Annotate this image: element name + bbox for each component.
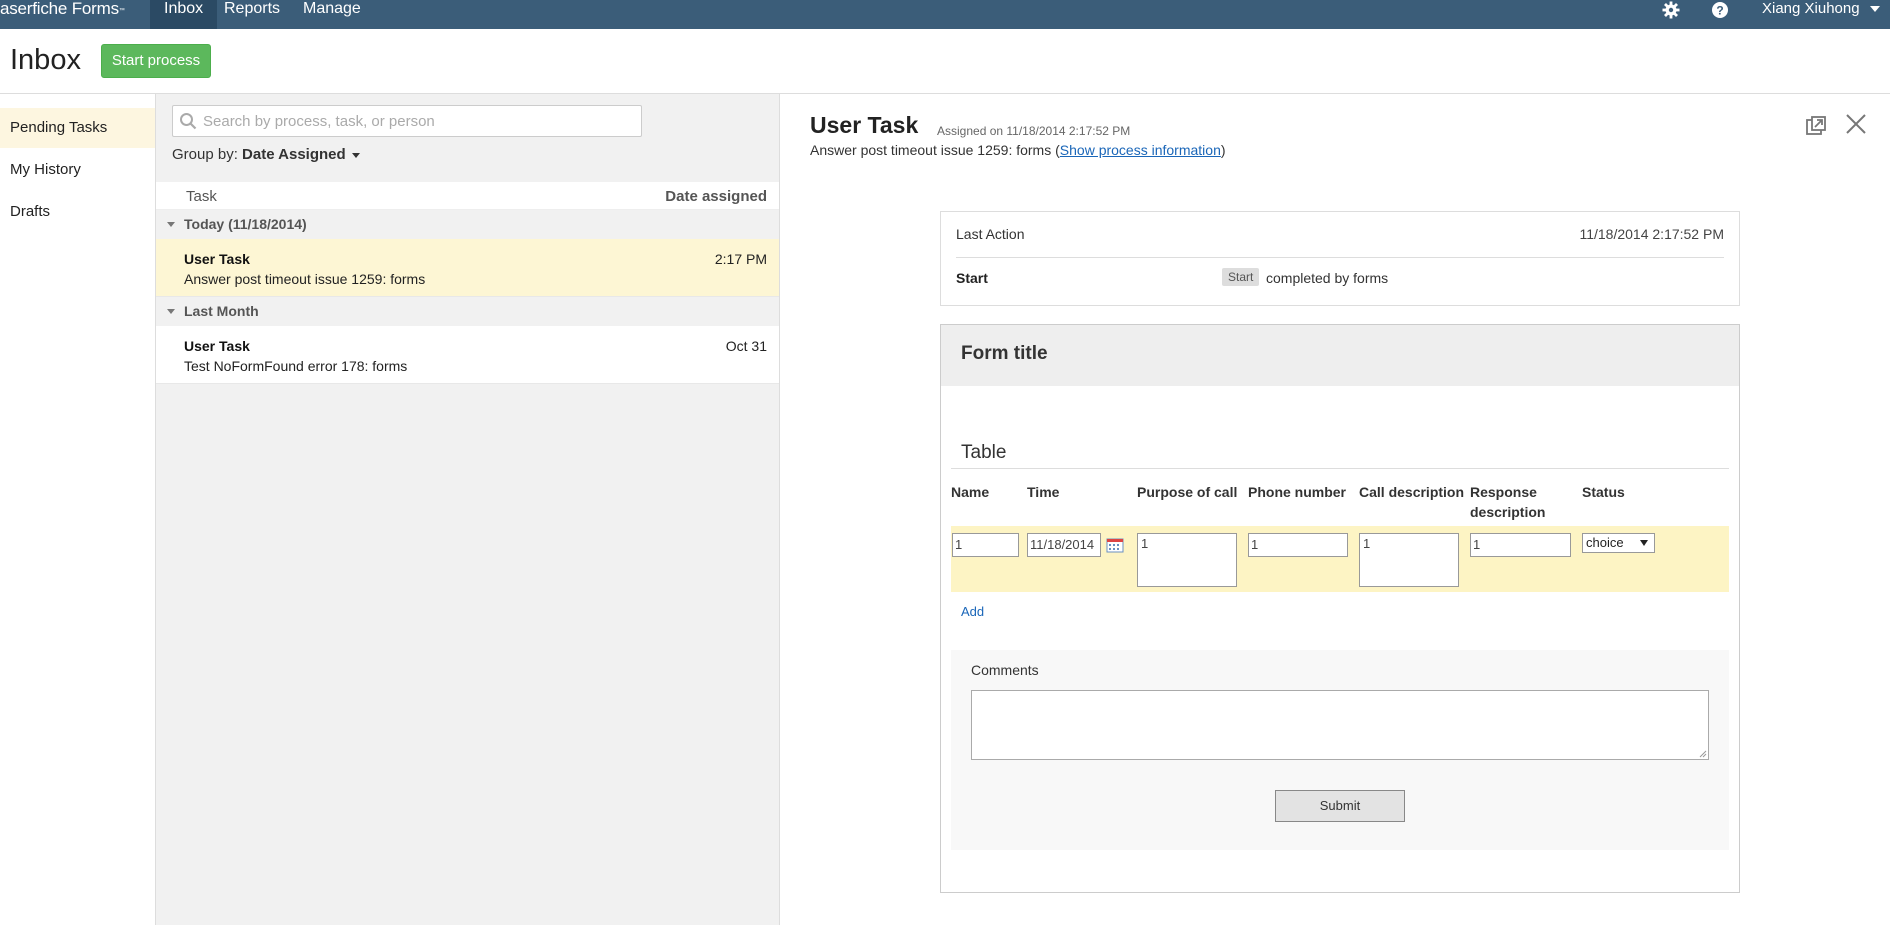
completed-by-text: completed by forms [1266,270,1389,286]
last-action-date: 11/18/2014 2:17:52 PM [1579,226,1724,242]
sidebar: Pending Tasks My History Drafts [0,94,156,925]
sidebar-item-drafts[interactable]: Drafts [0,192,155,232]
brand-name: aserfiche Forms [0,0,119,18]
status-selected-value: choice [1586,535,1624,550]
task-list-header: Task Date assigned [156,182,779,210]
close-icon[interactable] [1844,112,1868,136]
add-row-link[interactable]: Add [961,604,984,619]
task-form: Form title Table Name Time Purpose of ca… [940,324,1740,893]
search-icon [180,113,197,130]
task-name: User Task [184,338,250,354]
nav-reports[interactable]: Reports [210,0,294,29]
svg-text:?: ? [1716,4,1723,18]
show-process-information-link[interactable]: Show process information [1060,142,1221,158]
task-title: User Task [810,112,919,138]
name-input[interactable]: 1 [952,533,1019,557]
last-action-label: Last Action [956,226,1025,242]
nav-manage[interactable]: Manage [289,0,375,29]
help-icon[interactable]: ? [1711,1,1729,19]
comments-textarea[interactable] [971,690,1709,760]
sidebar-item-my-history[interactable]: My History [0,150,155,190]
user-menu[interactable]: Xiang Xiuhong [1762,0,1880,18]
top-nav-bar: aserfiche Forms™ Inbox Reports Manage ? … [0,0,1890,29]
task-detail-pane: User Task Assigned on 11/18/2014 2:17:52… [781,94,1890,925]
collapse-triangle-icon [167,309,175,314]
task-description: Test NoFormFound error 178: forms [184,358,408,374]
task-list-pane: Group by: Date Assigned Task Date assign… [156,94,780,925]
phone-number-input[interactable]: 1 [1248,533,1348,557]
group-label: Last Month [184,303,259,319]
collapse-triangle-icon [167,222,175,227]
purpose-of-call-textarea[interactable]: 1 [1137,533,1237,587]
group-by-label: Group by: [172,146,238,163]
last-action-step: Start [956,270,988,286]
popout-icon[interactable] [1804,114,1828,138]
group-label: Today (11/18/2014) [184,216,307,232]
group-header-last-month[interactable]: Last Month [156,297,779,326]
table-row: 1 11/18/2014 1 1 1 1 choice [951,526,1729,592]
task-subtitle: Answer post timeout issue 1259: forms (S… [810,142,1226,158]
resize-grip-icon[interactable] [1699,750,1707,758]
response-description-input[interactable]: 1 [1470,533,1571,557]
column-header-date-assigned[interactable]: Date assigned [665,188,767,205]
search-box[interactable] [172,105,642,137]
column-status: Status [1582,484,1625,500]
subtitle-text: Answer post timeout issue 1259: forms ( [810,142,1060,158]
comments-label: Comments [971,662,1039,678]
task-row[interactable]: User Task Answer post timeout issue 1259… [156,239,779,297]
last-action-panel: Last Action 11/18/2014 2:17:52 PM Start … [940,211,1740,306]
submit-button[interactable]: Submit [1275,790,1405,822]
column-phone-number: Phone number [1248,484,1347,500]
comments-section: Comments Submit [951,650,1729,850]
trademark-mark: ™ [118,8,125,14]
subtitle-close-paren: ) [1220,142,1226,158]
column-purpose-of-call: Purpose of call [1137,484,1238,500]
app-brand[interactable]: aserfiche Forms™ [0,0,125,29]
task-date: 2:17 PM [714,251,767,267]
column-header-task[interactable]: Task [186,188,217,205]
gear-icon[interactable] [1662,1,1680,19]
search-input[interactable] [203,110,633,132]
sidebar-item-pending-tasks[interactable]: Pending Tasks [0,108,155,148]
group-header-today[interactable]: Today (11/18/2014) [156,210,779,239]
time-input[interactable]: 11/18/2014 [1027,533,1101,557]
task-description: Answer post timeout issue 1259: forms [184,271,426,287]
task-date: Oct 31 [725,338,767,354]
group-by-value[interactable]: Date Assigned [242,146,346,163]
task-name: User Task [184,251,250,267]
table-section-title: Table [961,442,1007,463]
last-action-divider [956,257,1724,258]
group-by-control[interactable]: Group by: Date Assigned [172,146,360,163]
calendar-icon[interactable] [1106,537,1124,553]
chevron-down-icon [351,152,360,158]
step-badge: Start [1222,268,1260,286]
status-select[interactable]: choice [1582,533,1655,553]
nav-inbox[interactable]: Inbox [150,0,218,29]
start-process-button[interactable]: Start process [101,44,211,78]
task-row[interactable]: User Task Test NoFormFound error 178: fo… [156,326,779,384]
task-list: Task Date assigned Today (11/18/2014) Us… [156,182,779,384]
section-divider [951,468,1729,469]
user-name: Xiang Xiuhong [1762,0,1860,17]
column-response-description: Response description [1470,484,1546,520]
dropdown-arrow-icon [1640,540,1648,546]
form-title: Form title [961,343,1048,364]
call-description-textarea[interactable]: 1 [1359,533,1459,587]
column-call-description: Call description [1359,484,1465,500]
column-time: Time [1027,484,1060,500]
form-header: Form title [941,325,1739,386]
page-title: Inbox [10,44,81,76]
chevron-down-icon [1869,6,1880,13]
column-name: Name [951,484,990,500]
assigned-timestamp: Assigned on 11/18/2014 2:17:52 PM [937,124,1131,138]
